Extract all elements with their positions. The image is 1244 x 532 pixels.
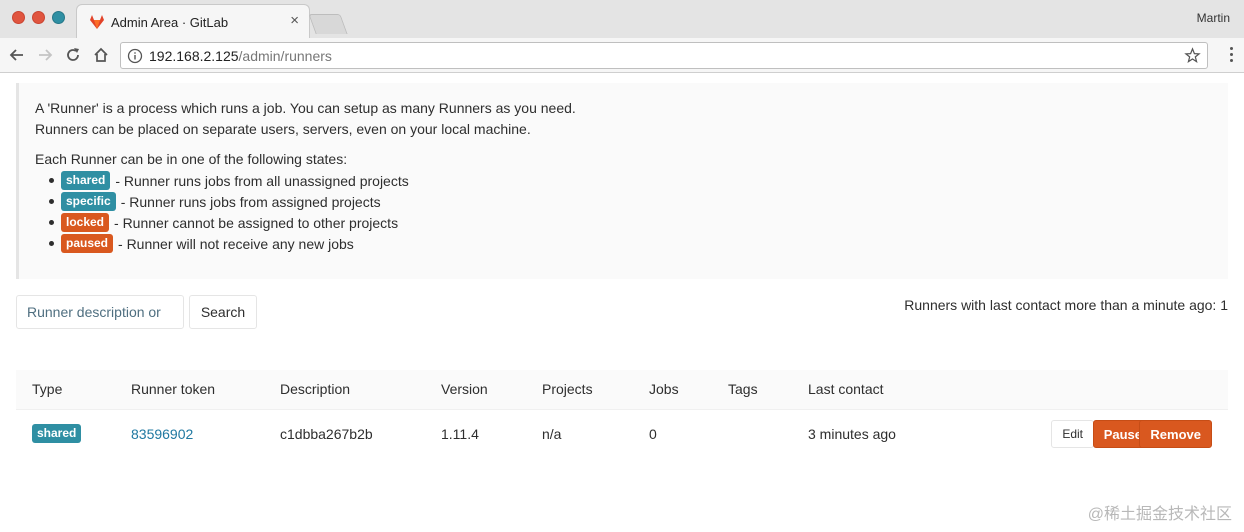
table-row: shared 83596902 c1dbba267b2b 1.11.4 n/a … — [16, 410, 1228, 458]
minimize-window-button[interactable] — [32, 11, 45, 24]
runner-states-list: shared - Runner runs jobs from all unass… — [49, 170, 409, 254]
url-path: /admin/runners — [238, 48, 332, 64]
header-projects: Projects — [542, 381, 593, 397]
state-item-paused: paused - Runner will not receive any new… — [49, 233, 409, 254]
state-description: - Runner cannot be assigned to other pro… — [114, 214, 399, 231]
remove-runner-button[interactable]: Remove — [1139, 420, 1212, 448]
table-header: Type Runner token Description Version Pr… — [16, 370, 1228, 410]
runner-description-cell: c1dbba267b2b — [280, 426, 373, 442]
runner-info-box: A 'Runner' is a process which runs a job… — [16, 83, 1228, 279]
address-bar[interactable]: 192.168.2.125/admin/runners — [120, 42, 1208, 69]
url-host: 192.168.2.125 — [149, 48, 239, 64]
runner-token-cell: 83596902 — [131, 426, 193, 442]
runner-search-input[interactable] — [16, 295, 184, 329]
bullet — [49, 178, 54, 183]
badge-locked: locked — [61, 213, 110, 232]
browser-toolbar: 192.168.2.125/admin/runners — [0, 38, 1244, 73]
runner-projects-cell: n/a — [542, 426, 562, 442]
bullet — [49, 241, 54, 246]
runner-last-contact-cell: 3 minutes ago — [808, 426, 896, 442]
back-arrow-icon[interactable] — [8, 46, 26, 64]
watermark: @稀土掘金技术社区 — [1087, 506, 1232, 523]
badge-shared: shared — [32, 424, 82, 443]
info-circle-icon[interactable] — [127, 48, 143, 64]
info-line-2: Runners can be placed on separate users,… — [35, 121, 531, 137]
info-line-1: A 'Runner' is a process which runs a job… — [35, 100, 576, 116]
runners-table: Type Runner token Description Version Pr… — [16, 370, 1228, 458]
tab-title: Admin Area · GitLab — [111, 15, 229, 30]
state-item-specific: specific - Runner runs jobs from assigne… — [49, 191, 409, 212]
runner-type-cell: shared — [32, 424, 86, 443]
state-description: - Runner will not receive any new jobs — [118, 235, 354, 252]
url-text: 192.168.2.125/admin/runners — [149, 48, 332, 64]
header-runner-token: Runner token — [131, 381, 216, 397]
runner-token-link[interactable]: 83596902 — [131, 426, 193, 442]
edit-runner-button[interactable]: Edit — [1051, 420, 1094, 448]
header-last-contact: Last contact — [808, 381, 884, 397]
header-tags: Tags — [728, 381, 758, 397]
bookmark-star-icon[interactable] — [1184, 47, 1201, 64]
last-contact-summary: Runners with last contact more than a mi… — [904, 297, 1228, 313]
search-button[interactable]: Search — [189, 295, 257, 329]
bullet — [49, 199, 54, 204]
runner-version-cell: 1.11.4 — [441, 426, 479, 442]
state-item-shared: shared - Runner runs jobs from all unass… — [49, 170, 409, 191]
state-description: - Runner runs jobs from assigned project… — [120, 193, 381, 210]
maximize-window-button[interactable] — [52, 11, 65, 24]
home-icon[interactable] — [92, 46, 110, 64]
header-description: Description — [280, 381, 351, 397]
browser-menu-icon[interactable] — [1228, 47, 1234, 65]
state-item-locked: locked - Runner cannot be assigned to ot… — [49, 212, 409, 233]
tab-close-icon[interactable]: × — [290, 12, 299, 30]
close-window-button[interactable] — [12, 11, 25, 24]
header-type: Type — [32, 381, 63, 397]
state-description: - Runner runs jobs from all unassigned p… — [115, 172, 409, 189]
badge-paused: paused — [61, 234, 114, 253]
header-version: Version — [441, 381, 488, 397]
new-tab-button[interactable] — [308, 14, 348, 34]
profile-name[interactable]: Martin — [1197, 11, 1230, 25]
badge-specific: specific — [61, 192, 116, 211]
browser-titlebar: Admin Area · GitLab × Martin — [0, 0, 1244, 38]
badge-shared: shared — [61, 171, 111, 190]
info-line-3: Each Runner can be in one of the followi… — [35, 151, 348, 167]
reload-icon[interactable] — [64, 46, 82, 64]
browser-tab-admin-area[interactable]: Admin Area · GitLab × — [76, 4, 310, 38]
runner-jobs-cell: 0 — [649, 426, 657, 442]
gitlab-logo-icon — [90, 15, 104, 29]
bullet — [49, 220, 54, 225]
forward-arrow-icon[interactable] — [36, 46, 54, 64]
header-jobs: Jobs — [649, 381, 679, 397]
